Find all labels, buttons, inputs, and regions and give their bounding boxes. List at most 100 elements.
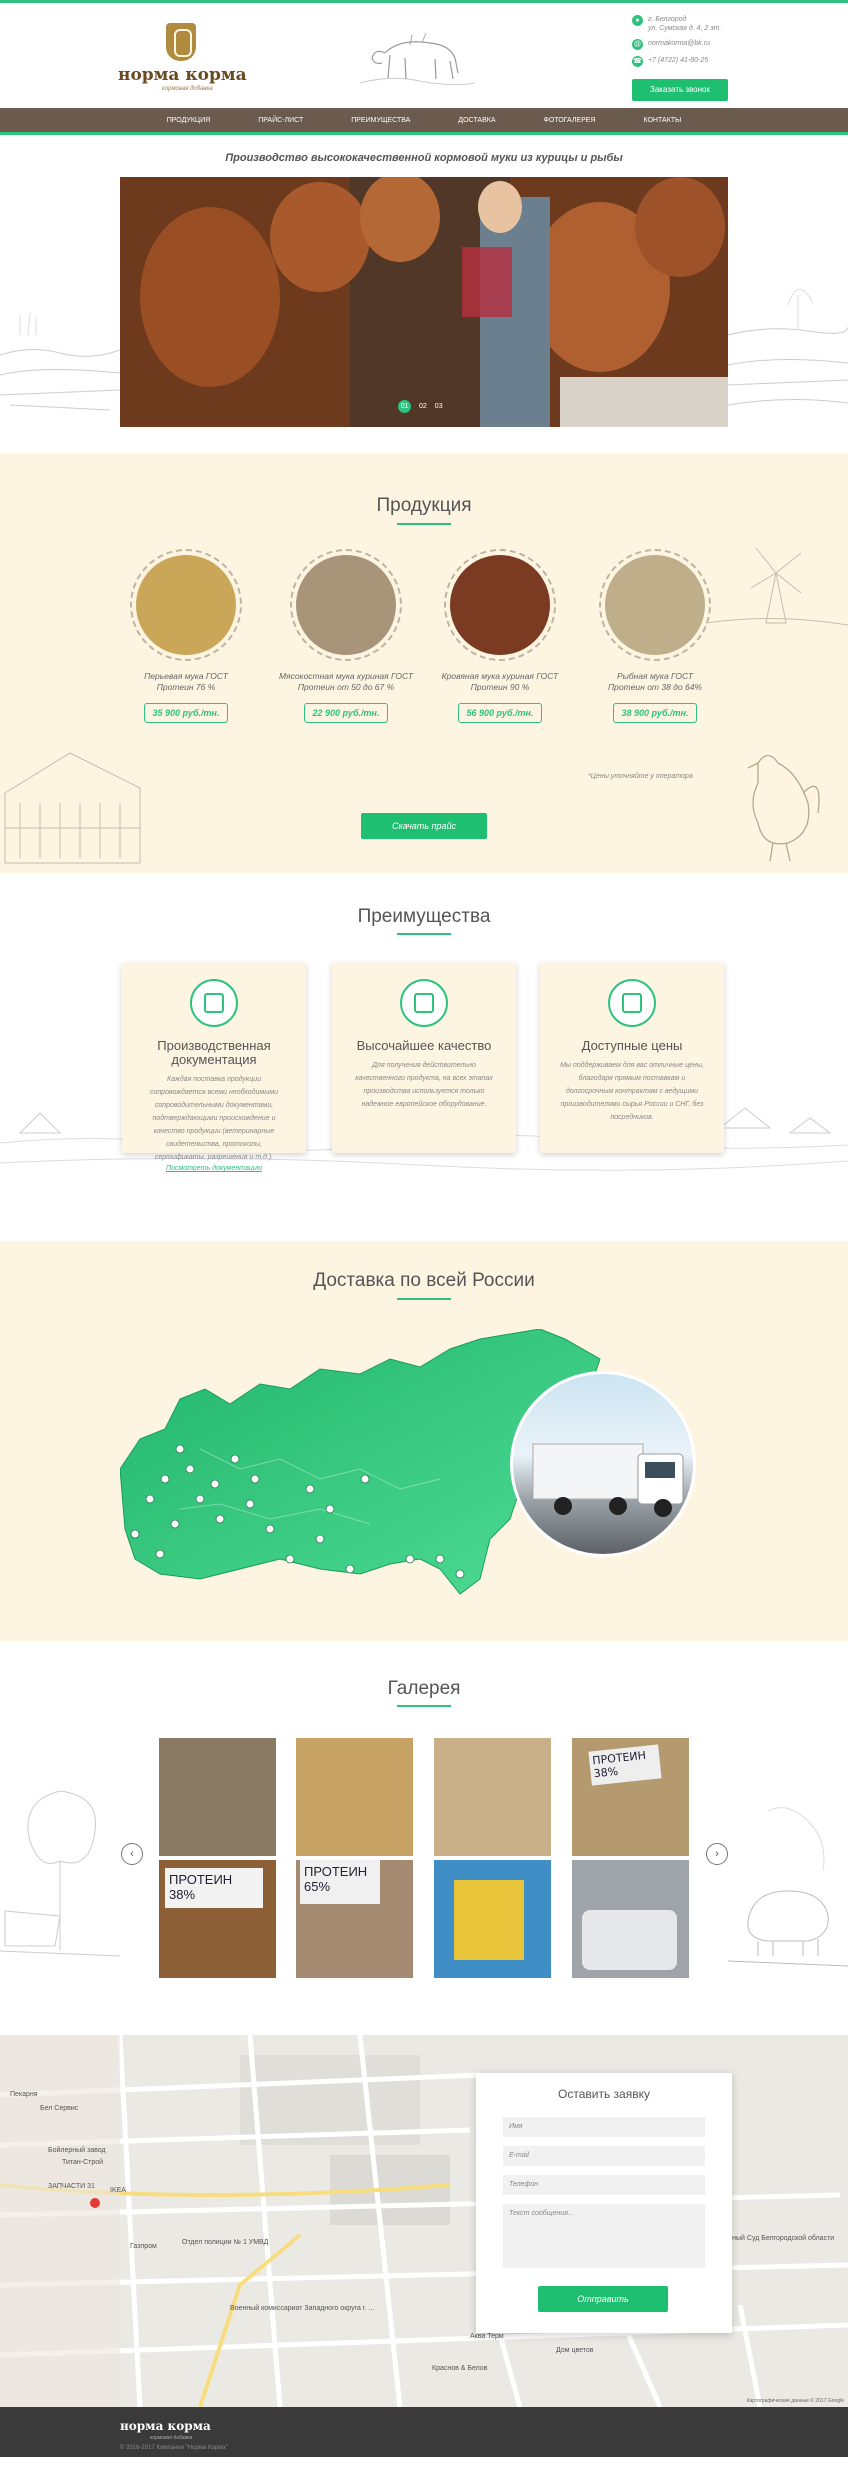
product-price: 22 900 руб./тн. [303, 703, 389, 723]
map-copyright: Картографические данные © 2017 Google [746, 2398, 844, 2404]
main-nav: ПРОДУКЦИЯ ПРАЙС-ЛИСТ ПРЕИМУЩЕСТВА ДОСТАВ… [0, 108, 848, 135]
gallery-image[interactable] [572, 1860, 689, 1978]
delivery-documents-icon [190, 979, 238, 1027]
delivery-section: Доставка по всей России [0, 1241, 848, 1641]
phone-field[interactable]: Телефон [503, 2175, 705, 2195]
product-card[interactable]: Мясокостная мука куриная ГОСТ Протеин от… [276, 549, 416, 723]
gallery-section: Галерея ‹ › ПРОТЕИН 38% ПРОТЕИН 38% ПРОТ… [0, 1641, 848, 2035]
nav-item-delivery[interactable]: ДОСТАВКА [458, 117, 495, 124]
product-image [599, 549, 711, 661]
header-email-link[interactable]: normakorma@bk.ru [648, 39, 710, 48]
map-label: Военный комиссариат Западного округа г. … [230, 2305, 375, 2312]
footer-copyright: © 2016-2017 Компания "Норма Корма" [120, 2445, 228, 2451]
product-name: Перьевая мука ГОСТ [144, 671, 228, 681]
right-landscape-sketch [728, 289, 848, 406]
view-documents-link[interactable]: Посмотреть документацию [122, 1165, 306, 1172]
gallery-prev-button[interactable]: ‹ [121, 1843, 143, 1865]
hero-tagline: Производство высококачественной кормовой… [225, 152, 623, 164]
map-label: IKEA [110, 2187, 126, 2194]
nav-item-pricelist[interactable]: ПРАЙС-ЛИСТ [258, 117, 303, 124]
product-card[interactable]: Перьевая мука ГОСТ Протеин 76 % 35 900 р… [116, 549, 256, 723]
name-field[interactable]: Имя [503, 2117, 705, 2137]
gallery-image[interactable]: ПРОТЕИН 38% [159, 1860, 276, 1978]
slider-dot-2[interactable]: 02 [419, 403, 427, 413]
map-label: Бойлерный завод [48, 2147, 106, 2154]
product-image [130, 549, 242, 661]
slider-dot-1[interactable]: 01 [398, 400, 411, 413]
advantage-text: Мы поддерживаем для вас отличные цены, б… [560, 1062, 704, 1121]
nav-item-gallery[interactable]: ФОТОГАЛЕРЕЯ [544, 117, 596, 124]
delivery-title-underline [397, 1298, 451, 1300]
gallery-image[interactable]: ПРОТЕИН 65% [296, 1860, 413, 1978]
map-label: Бел Сервис [40, 2105, 79, 2112]
products-title-underline [397, 523, 451, 525]
message-textarea[interactable]: Текст сообщения... [503, 2204, 705, 2268]
advantage-card: Производственная документация Каждая пос… [122, 963, 306, 1172]
advantages-title: Преимущества [357, 906, 491, 927]
address-street: ул. Сумская д. 4, 2 эт. [648, 25, 722, 32]
map-label: Краснов & Белов [432, 2365, 488, 2372]
product-name: Кровяная мука куриная ГОСТ [441, 671, 559, 681]
nav-item-contacts[interactable]: КОНТАКТЫ [643, 117, 681, 124]
product-protein: Протеин от 38 до 64% [608, 682, 702, 692]
gallery-machine-shape [454, 1880, 524, 1960]
logo-title: норма корма [118, 65, 247, 85]
gallery-image[interactable] [296, 1738, 413, 1856]
products-title: Продукция [376, 495, 472, 516]
product-price: 35 900 руб./тн. [143, 703, 229, 723]
download-price-button[interactable]: Скачать прайс [361, 813, 487, 839]
gallery-image[interactable]: ПРОТЕИН 38% [572, 1738, 689, 1856]
request-call-button[interactable]: Заказать звонок [632, 79, 728, 101]
email-field[interactable]: E-mail [503, 2146, 705, 2166]
gallery-image-sign: ПРОТЕИН 65% [300, 1860, 380, 1904]
tree-cart-sketch [0, 1790, 120, 1957]
delivery-title: Доставка по всей России [313, 1270, 535, 1291]
gallery-image-sign: ПРОТЕИН 38% [165, 1868, 263, 1908]
gallery-bags-shape [582, 1910, 677, 1970]
product-price: 38 900 руб./тн. [612, 703, 698, 723]
advantage-title: Доступные цены [581, 1038, 683, 1053]
nav-item-advantages[interactable]: ПРЕИМУЩЕСТВА [351, 117, 410, 124]
map-label: Дом цветов [556, 2347, 594, 2354]
request-form: Оставить заявку Имя E-mail Телефон Текст… [476, 2073, 732, 2333]
wallet-price-icon [608, 979, 656, 1027]
left-landscape-sketch [0, 312, 120, 411]
header-contacts: ● г. Белгород ул. Сумская д. 4, 2 эт. @ … [632, 15, 752, 73]
gallery-image[interactable] [159, 1738, 276, 1856]
gallery-image[interactable] [434, 1860, 551, 1978]
product-protein: Протеин от 50 до 67 % [297, 682, 395, 692]
gallery-next-button[interactable]: › [706, 1843, 728, 1865]
gallery-title: Галерея [387, 1678, 461, 1699]
submit-request-button[interactable]: Отправить [538, 2286, 668, 2312]
product-image [290, 549, 402, 661]
advantage-text: Для получения действительно качественног… [355, 1062, 493, 1108]
advantage-text: Каждая поставка продукции сопровождается… [149, 1076, 279, 1161]
map-label: Газпром [130, 2243, 157, 2250]
product-name: Мясокостная мука куриная ГОСТ [278, 671, 414, 681]
advantage-card: Доступные цены Мы поддерживаем для вас о… [540, 963, 724, 1153]
product-card[interactable]: Рыбная мука ГОСТ Протеин от 38 до 64% 38… [585, 549, 725, 723]
product-price: 56 900 руб./тн. [457, 703, 543, 723]
slider-dot-3[interactable]: 03 [435, 403, 443, 413]
gallery-image-sign: ПРОТЕИН 38% [588, 1744, 662, 1786]
hero-slider-image [120, 177, 728, 427]
footer-logo[interactable]: норма корма [120, 2419, 211, 2433]
logo-subtitle: кормовая добавка [162, 86, 213, 92]
email-icon: @ [632, 39, 643, 50]
product-card[interactable]: Кровяная мука куриная ГОСТ Протеин 90 % … [430, 549, 570, 723]
quality-certificate-icon [400, 979, 448, 1027]
advantage-title: Производственная документация [157, 1038, 271, 1067]
map-label: Пекарня [10, 2091, 38, 2098]
site-footer: норма корма кормовая добавка © 2016-2017… [0, 2407, 848, 2457]
gallery-image[interactable] [434, 1738, 551, 1856]
footer-logo-subtitle: кормовая добавка [150, 2435, 193, 2441]
logo[interactable]: норма корма кормовая добавка [118, 23, 258, 93]
advantages-title-underline [397, 933, 451, 935]
map-label: Титан-Строй [62, 2159, 104, 2166]
cow-sketch-illustration [359, 32, 476, 86]
pig-sketch-illustration [728, 1807, 848, 1967]
product-name: Рыбная мука ГОСТ [616, 671, 694, 681]
advantages-section: Преимущества Производственная документац… [0, 873, 848, 1241]
nav-item-products[interactable]: ПРОДУКЦИЯ [167, 117, 210, 124]
header-phone-link[interactable]: +7 (4722) 41-80-25 [648, 56, 708, 65]
